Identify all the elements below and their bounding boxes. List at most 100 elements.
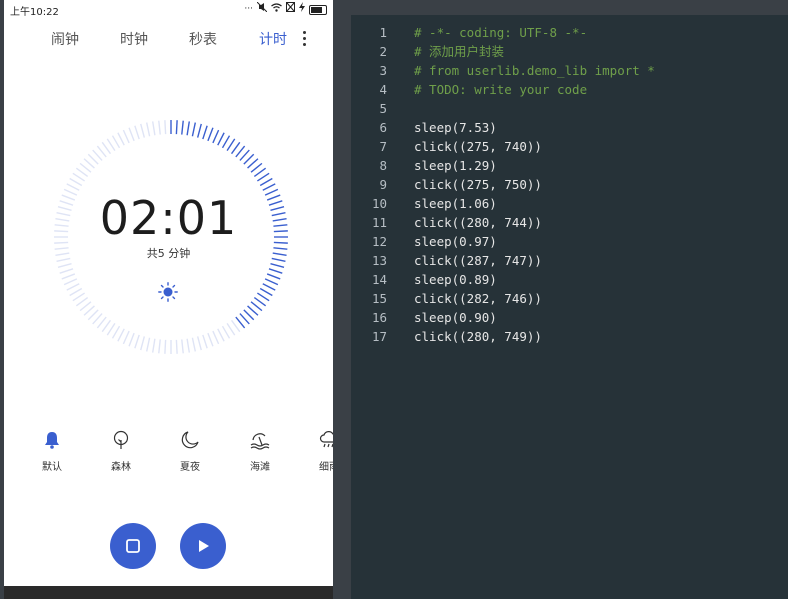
beach-icon [250,433,270,450]
sound-option-drizzle[interactable]: 细雨 [309,430,333,473]
code-line[interactable]: 1 # -*- coding: UTF-8 -*- [351,23,788,42]
dial-tick [226,323,236,336]
tab-timer[interactable]: 计时 [259,29,287,49]
code-line[interactable]: 10 sleep(1.06) [351,194,788,213]
line-number: 6 [379,120,387,135]
code-line[interactable]: 9 click((275, 750)) [351,175,788,194]
dial-tick-active [247,158,259,169]
dial-tick-active [186,121,190,136]
dial-tick-active [257,172,270,182]
play-icon [199,540,209,552]
dial-tick [152,338,156,353]
code-text: sleep(0.89) [414,272,497,287]
tab-stopwatch[interactable]: 秒表 [189,29,217,49]
dial-tick [106,138,116,151]
sound-label: 夏夜 [180,462,200,473]
bell-icon [45,432,59,449]
code-line[interactable]: 17 click((280, 749)) [351,327,788,346]
dial-tick-active [262,283,276,291]
tree-icon [113,430,129,449]
dial-tick-active [230,141,241,155]
dial-tick [140,123,146,138]
line-number: 16 [371,310,387,325]
dial-tick-active [250,162,263,173]
tab-clock[interactable]: 时钟 [120,29,148,49]
dial-tick-active [235,316,246,329]
line-number: 4 [379,82,387,97]
line-number: 7 [379,139,387,154]
more-options-icon[interactable] [300,29,308,47]
dial-tick [106,323,116,336]
line-number: 17 [371,329,387,344]
dial-tick [128,127,135,142]
dial-tick [66,183,80,191]
wifi-icon [271,2,282,16]
sun-icon[interactable] [158,282,178,302]
dial-tick [175,339,178,354]
dial-tick-active [259,287,273,297]
dial-tick [202,334,208,349]
line-number: 5 [379,101,387,116]
dial-tick-active [221,135,231,149]
dial-tick [181,339,184,354]
code-line[interactable]: 7 click((275, 740)) [351,137,788,156]
dial-tick-active [226,138,236,151]
code-line[interactable]: 11 click((280, 744)) [351,213,788,232]
dial-tick-active [262,183,276,191]
code-line[interactable]: 8 sleep(1.29) [351,156,788,175]
system-nav-bar [4,586,333,599]
dial-tick-active [212,129,220,144]
dial-tick [72,172,85,182]
line-number: 1 [379,25,387,40]
moon-icon [181,431,199,449]
line-number: 10 [371,196,387,211]
tab-alarm[interactable]: 闹钟 [51,29,79,49]
dial-tick [186,338,190,353]
dial-tick-active [191,122,197,137]
dial-tick [122,330,130,345]
sound-label: 海滩 [250,462,270,473]
dial-tick-active [239,149,250,161]
dial-tick [134,334,140,349]
dial-tick-active [207,127,214,142]
dial-tick [69,287,83,297]
play-button[interactable] [180,523,226,569]
sound-option-default[interactable]: 默认 [32,430,72,473]
code-text: sleep(0.97) [414,234,497,249]
line-number: 13 [371,253,387,268]
status-time: 上午10:22 [10,7,59,18]
dial-tick [69,177,83,187]
code-editor[interactable]: 1 # -*- coding: UTF-8 -*- 2 # 添加用户封装 3 # from… [351,15,788,599]
sound-label: 森林 [111,462,131,473]
dial-tick [145,337,151,352]
dial-tick [92,313,103,325]
stop-button[interactable] [110,523,156,569]
no-sim-icon [286,2,295,16]
code-line[interactable]: 14 sleep(0.89) [351,270,788,289]
dial-tick [72,292,85,302]
code-line[interactable]: 13 click((287, 747)) [351,251,788,270]
dial-tick-active [253,296,267,307]
code-line[interactable]: 3 # from userlib.demo_lib import * [351,61,788,80]
code-line[interactable]: 5 [351,99,788,118]
dial-tick [158,339,161,354]
sound-option-summer-night[interactable]: 夏夜 [170,430,210,473]
dial-tick-active [196,123,202,138]
code-line[interactable]: 6 sleep(7.53) [351,118,788,137]
dial-tick [96,145,107,158]
dial-tick [111,135,121,149]
code-line[interactable]: 16 sleep(0.90) [351,308,788,327]
code-text: # from userlib.demo_lib import * [414,63,655,78]
code-line[interactable]: 4 # TODO: write your code [351,80,788,99]
sound-option-forest[interactable]: 森林 [101,430,141,473]
dial-tick [75,167,89,178]
code-line[interactable]: 15 click((282, 746)) [351,289,788,308]
code-text: click((287, 747)) [414,253,542,268]
line-number: 9 [379,177,387,192]
code-line[interactable]: 2 # 添加用户封装 [351,42,788,61]
dial-tick [221,325,231,339]
code-text: sleep(1.06) [414,196,497,211]
sound-option-beach[interactable]: 海滩 [240,430,280,473]
code-line[interactable]: 12 sleep(0.97) [351,232,788,251]
dial-tick [63,278,78,286]
